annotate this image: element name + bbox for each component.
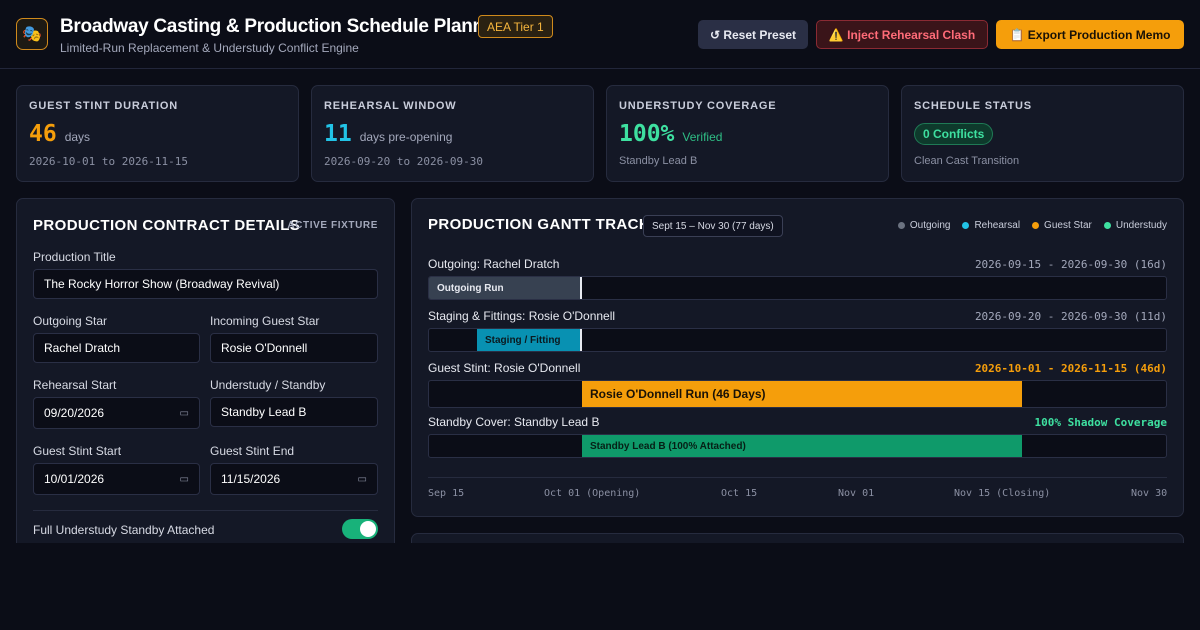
track-range: 100% Shadow Coverage [1034, 416, 1167, 429]
legend-item: Outgoing [897, 220, 951, 231]
field-label: Guest Stint Start [33, 444, 122, 458]
toggle-knob [360, 521, 376, 537]
axis-tick-label: Nov 30 [1131, 488, 1168, 499]
understudy-toggle-row: Full Understudy Standby Attached [33, 510, 378, 539]
track-bar: Staging / Fitting [428, 328, 1167, 352]
stint-start-date-input[interactable]: 10/01/2026 ▭ [33, 463, 200, 495]
field-label: Understudy / Standby [210, 378, 326, 392]
production-title-input[interactable]: The Rocky Horror Show (Broadway Revival) [33, 269, 378, 299]
calendar-icon[interactable]: ▭ [180, 408, 189, 419]
legend-label: Outgoing [909, 220, 951, 231]
field-value: Rosie O'Donnell [221, 341, 308, 355]
legend-dot [1103, 222, 1111, 229]
legend-label: Understudy [1115, 220, 1167, 231]
gantt-segment[interactable]: Standby Lead B (100% Attached) [582, 435, 1022, 457]
axis-tick-label: Oct 01 (Opening) [544, 488, 641, 499]
field-label: Incoming Guest Star [210, 314, 320, 328]
card-label: Rehearsal Window [324, 100, 457, 112]
track-range: 2026-10-01 - 2026-11-15 (46d) [974, 362, 1167, 375]
field-label: Guest Stint End [210, 444, 295, 458]
axis-tick-label: Nov 01 [838, 488, 875, 499]
field-value: 11/15/2026 [221, 472, 281, 486]
legend-item: Guest Star [1032, 220, 1092, 231]
track-range: 2026-09-20 - 2026-09-30 (11d) [974, 310, 1167, 323]
understudy-toggle[interactable] [342, 519, 378, 539]
legend-label: Rehearsal [974, 220, 1021, 231]
field-value: Standby Lead B [221, 405, 307, 419]
date-range-pill: Sept 15 – Nov 30 (77 days) [643, 215, 783, 237]
app-title: Broadway Casting & Production Schedule P… [60, 16, 502, 37]
legend-dot [897, 222, 905, 229]
gantt-segment[interactable]: Outgoing Run [429, 277, 582, 299]
card-unit: days [64, 130, 91, 144]
track-label: Guest Stint: Rosie O'Donnell [428, 361, 581, 375]
card-unit: days pre-opening [359, 130, 453, 144]
field-label: Rehearsal Start [33, 378, 117, 392]
legend-dot [1032, 222, 1040, 229]
axis-line [428, 477, 1167, 478]
page-background [0, 543, 1200, 630]
field-label: Production Title [33, 250, 116, 264]
field-value: 10/01/2026 [44, 472, 105, 486]
coverage-value: 100% [619, 121, 675, 147]
calendar-icon[interactable]: ▭ [358, 474, 367, 485]
field-value: The Rocky Horror Show (Broadway Revival) [44, 277, 280, 291]
verified-label: Verified [682, 130, 723, 144]
active-fixture-label: ACTIVE FIXTURE [287, 220, 378, 231]
understudy-coverage-card: Understudy Coverage 100% Verified Standb… [606, 85, 889, 182]
card-label: Schedule Status [914, 100, 1032, 112]
legend-label: Guest Star [1044, 220, 1092, 231]
rehearsal-days-value: 11 [324, 121, 352, 147]
legend-dot [962, 222, 970, 229]
rehearsal-start-date-input[interactable]: 09/20/2026 ▭ [33, 397, 200, 429]
gantt-segment[interactable]: Staging / Fitting [477, 329, 582, 351]
field-label: Outgoing Star [33, 314, 108, 328]
card-label: Guest Stint Duration [29, 100, 179, 112]
legend-item: Understudy [1103, 220, 1167, 231]
legend-item: Rehearsal [962, 220, 1020, 231]
export-memo-button[interactable]: 📋 Export Production Memo [996, 20, 1184, 49]
card-label: Understudy Coverage [619, 100, 777, 112]
track-bar: Rosie O'Donnell Run (46 Days) [428, 380, 1167, 408]
track-bar: Standby Lead B (100% Attached) [428, 434, 1167, 458]
reset-preset-button[interactable]: ↺ Reset Preset [698, 20, 808, 49]
contract-details-panel: Production Contract Details ACTIVE FIXTU… [16, 198, 395, 558]
track-bar: Outgoing Run [428, 276, 1167, 300]
track-label: Standby Cover: Standby Lead B [428, 415, 600, 429]
rehearsal-date-range: 2026-09-20 to 2026-09-30 [324, 155, 483, 168]
coverage-standby-name: Standby Lead B [619, 155, 698, 167]
field-value: 09/20/2026 [44, 406, 105, 420]
stint-end-date-input[interactable]: 11/15/2026 ▭ [210, 463, 378, 495]
outgoing-star-input[interactable]: Rachel Dratch [33, 333, 200, 363]
axis-tick-label: Oct 15 [721, 488, 758, 499]
status-description: Clean Cast Transition [914, 155, 1020, 167]
schedule-status-card: Schedule Status 0 Conflicts Clean Cast T… [901, 85, 1184, 182]
field-value: Rachel Dratch [44, 341, 121, 355]
theater-masks-icon: 🎭 [16, 18, 48, 50]
stint-days-value: 46 [29, 121, 57, 147]
app-header: 🎭 Broadway Casting & Production Schedule… [0, 0, 1200, 69]
rehearsal-window-card: Rehearsal Window 11 days pre-opening 202… [311, 85, 594, 182]
inject-clash-button[interactable]: ⚠️ Inject Rehearsal Clash [816, 20, 988, 49]
stint-date-range: 2026-10-01 to 2026-11-15 [29, 155, 188, 168]
track-label: Staging & Fittings: Rosie O'Donnell [428, 309, 616, 323]
track-range: 2026-09-15 - 2026-09-30 (16d) [974, 258, 1167, 271]
calendar-icon[interactable]: ▭ [180, 474, 189, 485]
gantt-segment[interactable]: Rosie O'Donnell Run (46 Days) [582, 381, 1022, 407]
gantt-panel: Production Gantt Track Sept 15 – Nov 30 … [411, 198, 1184, 517]
gantt-legend: Outgoing Rehearsal Guest Star Understudy [897, 220, 1167, 231]
understudy-input[interactable]: Standby Lead B [210, 397, 378, 427]
toggle-label: Full Understudy Standby Attached [33, 523, 215, 537]
conflicts-badge: 0 Conflicts [914, 123, 994, 145]
axis-tick-label: Sep 15 [428, 488, 465, 499]
tier-badge: AEA Tier 1 [478, 15, 553, 38]
stint-duration-card: Guest Stint Duration 46 days 2026-10-01 … [16, 85, 299, 182]
track-label: Outgoing: Rachel Dratch [428, 257, 560, 271]
axis-tick-label: Nov 15 (Closing) [954, 488, 1051, 499]
incoming-star-input[interactable]: Rosie O'Donnell [210, 333, 378, 363]
app-subtitle: Limited-Run Replacement & Understudy Con… [60, 41, 359, 55]
